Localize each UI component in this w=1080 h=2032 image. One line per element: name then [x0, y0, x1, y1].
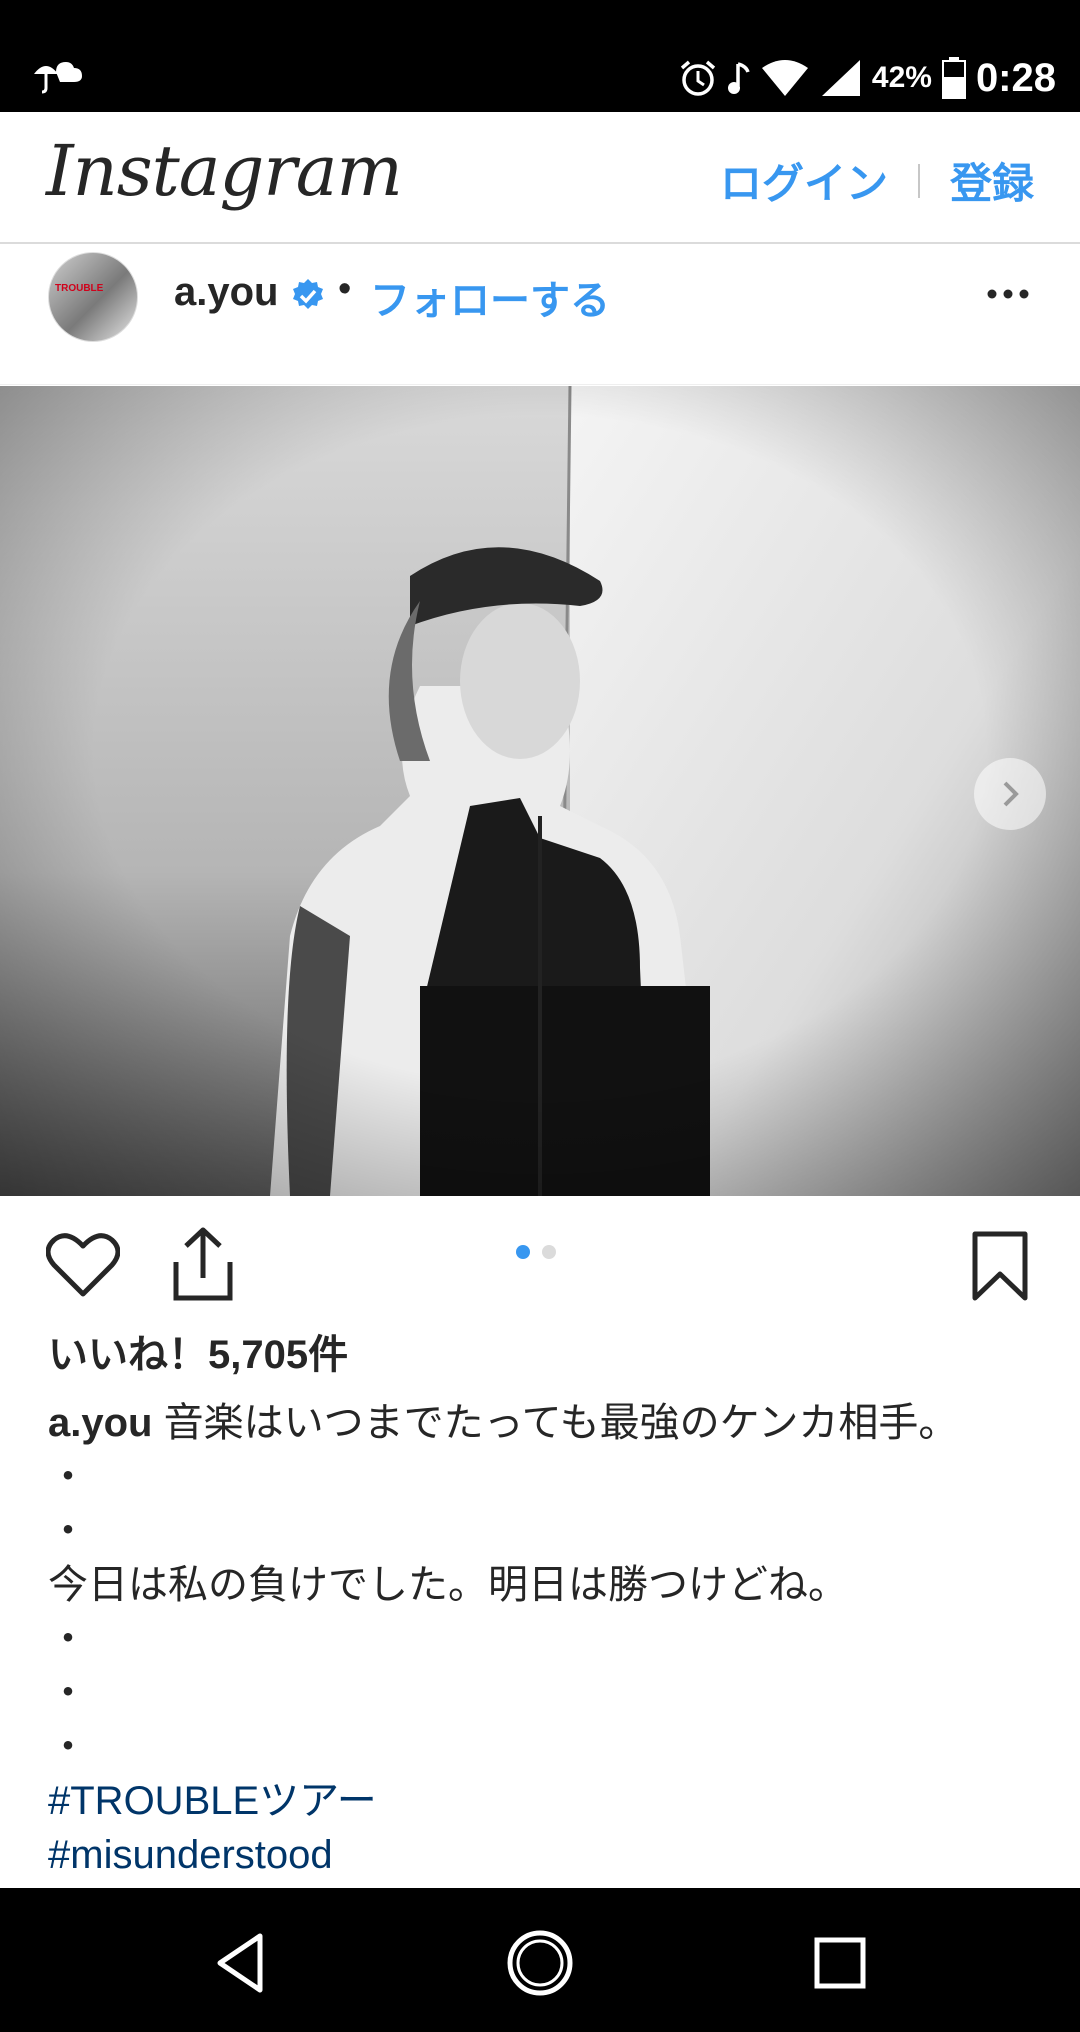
verified-badge-icon	[293, 279, 323, 309]
caption-line: ・	[48, 1455, 88, 1499]
carousel-dot	[542, 1245, 556, 1259]
post-photo[interactable]	[0, 386, 1080, 1196]
carousel-dot-active	[516, 1245, 530, 1259]
caption-line: ・	[48, 1617, 88, 1661]
battery-icon	[941, 57, 966, 99]
caption-line: ・	[48, 1509, 88, 1553]
signup-link[interactable]: 登録	[950, 150, 1034, 211]
heart-icon[interactable]	[46, 1232, 120, 1298]
post-caption: a.you 音楽はいつまでたっても最強のケンカ相手。 ・ ・ 今日は私の負けでし…	[48, 1396, 1048, 1882]
recent-apps-icon[interactable]	[805, 1928, 875, 1998]
carousel-next-button[interactable]	[974, 758, 1046, 830]
carousel-indicator	[516, 1245, 556, 1259]
follow-button[interactable]: フォローする	[370, 268, 610, 326]
post-username[interactable]: a.you	[174, 270, 278, 315]
signal-icon	[821, 60, 860, 96]
action-bar	[0, 1216, 1080, 1326]
hashtag-link[interactable]: #misunderstood	[48, 1828, 1048, 1882]
back-icon[interactable]	[206, 1928, 276, 1998]
likes-count[interactable]: いいね！5,705件	[48, 1322, 348, 1380]
caption-line: ・	[48, 1725, 88, 1769]
clock: 0:28	[975, 55, 1056, 100]
navigation-bar	[0, 1888, 1080, 2032]
status-bar: 42% 0:28	[0, 0, 1080, 112]
wifi-icon	[761, 60, 808, 96]
share-icon[interactable]	[170, 1226, 236, 1302]
dot-separator: •	[338, 268, 352, 310]
auth-links: ログイン 登録	[720, 150, 1034, 211]
avatar[interactable]: TROUBLE	[48, 252, 138, 342]
chevron-right-icon	[1003, 781, 1019, 807]
caption-username[interactable]: a.you	[48, 1401, 152, 1445]
caption-line: ・	[48, 1671, 88, 1715]
bookmark-icon[interactable]	[970, 1230, 1030, 1302]
caption-text: 音楽はいつまでたっても最強のケンカ相手。	[163, 1401, 959, 1445]
hashtag-link[interactable]: #TROUBLEツアー	[48, 1774, 1048, 1828]
caption-line: 今日は私の負けでした。明日は勝つけどね。	[48, 1563, 848, 1607]
photo-image	[0, 386, 1080, 1196]
more-options-icon[interactable]	[984, 274, 1032, 314]
music-note-icon	[727, 62, 750, 94]
home-icon[interactable]	[505, 1928, 575, 1998]
umbrella-cloud-icon	[34, 62, 82, 94]
avatar-text: TROUBLE	[55, 283, 104, 294]
login-link[interactable]: ログイン	[720, 150, 888, 211]
app-header: Instagram ログイン 登録	[0, 112, 1080, 244]
instagram-logo[interactable]: Instagram	[46, 130, 403, 212]
divider	[917, 163, 920, 198]
post-header: TROUBLE a.you • フォローする	[0, 248, 1080, 385]
battery-percent: 42%	[871, 61, 932, 94]
alarm-icon	[680, 60, 716, 96]
caption-first-line: a.you 音楽はいつまでたっても最強のケンカ相手。	[48, 1396, 1048, 1450]
